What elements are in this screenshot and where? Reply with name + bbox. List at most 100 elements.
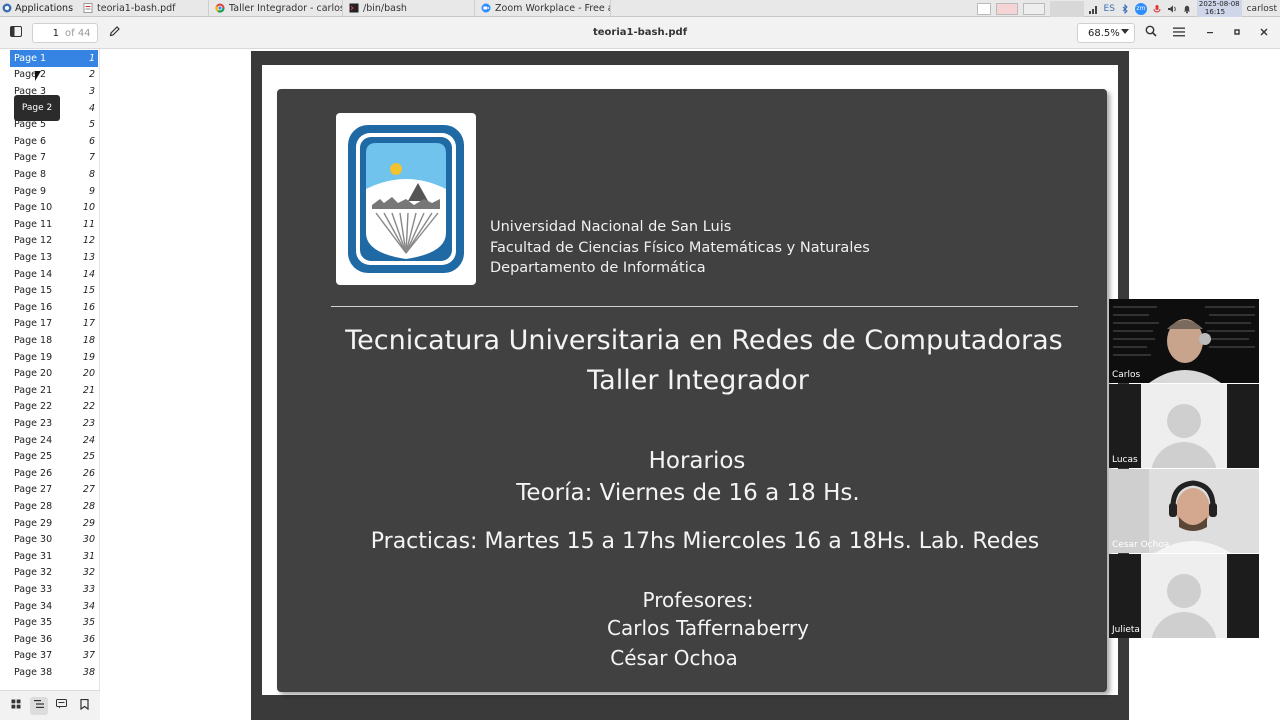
outline-item-page-number: 12 [82,235,95,247]
taskbar-tab-zoom[interactable]: Zoom Workplace - Free ac... [475,0,612,17]
minimize-icon [1205,26,1215,41]
search-icon [1145,25,1157,41]
outline-item[interactable]: Page 16 16 [10,299,98,316]
zoom-level-dropdown[interactable]: 68.5% [1077,23,1135,43]
outline-item[interactable]: Page 24 24 [10,432,98,449]
outline-item-label: Page 14 [14,268,53,280]
maximize-button[interactable] [1227,23,1247,43]
outline-item-label: Page 9 [14,185,47,197]
outline-item[interactable]: Page 17 17 [10,316,98,333]
outline-item-label: Page 20 [14,368,53,380]
outline-item-label: Page 21 [14,384,53,396]
outline-item-label: Page 2 [14,69,47,81]
outline-item-page-number: 14 [82,268,95,280]
clock[interactable]: 2025-08-08 16:15 [1196,0,1242,17]
bookmarks-button[interactable] [76,697,94,715]
outline-item[interactable]: Page 9 9 [10,183,98,200]
outline-item[interactable]: Page 25 25 [10,448,98,465]
volume-icon[interactable] [1167,4,1177,14]
outline-item[interactable]: Page 19 19 [10,349,98,366]
thumbnails-button[interactable] [7,697,25,715]
user-menu[interactable]: carlost [1247,4,1277,14]
system-taskbar: Applications teoria1-bash.pdf Taller Int… [0,0,1280,17]
outline-item[interactable]: Page 8 8 [10,166,98,183]
outline-item[interactable]: Page 1 1 [10,50,98,67]
keyboard-layout[interactable]: ES [1104,4,1115,14]
outline-item[interactable]: Page 34 34 [10,598,98,615]
outline-item-label: Page 11 [14,218,53,230]
faculty-name: Facultad de Ciencias Físico Matemáticas … [490,239,870,256]
outline-item[interactable]: Page 35 35 [10,614,98,631]
chrome-tray-icon[interactable] [976,2,991,15]
outline-item-label: Page 34 [14,600,53,612]
outline-item[interactable]: Page 11 11 [10,216,98,233]
taskbar-tab-pdf[interactable]: teoria1-bash.pdf [77,0,210,17]
outline-item-label: Page 18 [14,334,53,346]
outline-item[interactable]: Page 27 27 [10,482,98,499]
list-icon [33,699,44,712]
outline-item-page-number: 24 [82,434,95,446]
outline-item[interactable]: Page 30 30 [10,531,98,548]
taskbar-tab-chrome[interactable]: Taller Integrador - carlos.t... [209,0,344,17]
window-preview-icon[interactable] [995,2,1018,15]
notification-bell-icon[interactable] [1182,4,1192,14]
outline-item[interactable]: Page 36 36 [10,631,98,648]
outline-item[interactable]: Page 13 13 [10,249,98,266]
outline-item[interactable]: Page 33 33 [10,581,98,598]
chevron-down-icon [1121,29,1129,34]
zoom-tray-icon[interactable]: zm [1134,2,1147,15]
outline-item[interactable]: Page 2 2 [10,67,98,84]
outline-item[interactable]: Page 26 26 [10,465,98,482]
outline-item[interactable]: Page 18 18 [10,332,98,349]
outline-item[interactable]: Page 23 23 [10,415,98,432]
outline-item[interactable]: Page 21 21 [10,382,98,399]
outline-item-page-number: 27 [82,484,95,496]
outline-item[interactable]: Page 10 10 [10,199,98,216]
outline-item[interactable]: Page 14 14 [10,266,98,283]
system-tray: ES zm 2025-08-08 16:15 carlost [976,0,1280,17]
outline-item-label: Page 24 [14,434,53,446]
outline-item[interactable]: Page 22 22 [10,399,98,416]
avatar [1141,384,1227,468]
close-button[interactable] [1254,23,1274,43]
outline-item[interactable]: Page 32 32 [10,565,98,582]
outline-item-label: Page 23 [14,417,53,429]
avatar-placeholder-icon [1167,574,1201,608]
minimize-button[interactable] [1200,23,1220,43]
outline-item[interactable]: Page 37 37 [10,648,98,665]
microphone-icon[interactable] [1152,4,1162,14]
main-menu-button[interactable] [1169,23,1189,43]
outline-item[interactable]: Page 29 29 [10,515,98,532]
outline-item-label: Page 35 [14,617,53,629]
outline-item-page-number: 3 [88,85,95,97]
document-view[interactable]: Universidad Nacional de San Luis Faculta… [100,49,1280,720]
taskbar-tab-terminal[interactable]: /bin/bash [343,0,476,17]
schedule-heading: Horarios [648,448,746,474]
participant-tile[interactable]: Carlos [1109,299,1259,383]
window-preview-icon[interactable] [1022,2,1045,15]
outline-item[interactable]: Page 20 20 [10,365,98,382]
search-button[interactable] [1141,23,1161,43]
outline-item-page-number: 22 [82,401,95,413]
outline-item[interactable]: Page 6 6 [10,133,98,150]
participant-tile[interactable]: Lucas [1109,384,1259,468]
outline-item-page-number: 20 [82,368,95,380]
participant-tile[interactable]: Julieta [1109,554,1259,638]
annotations-button[interactable] [53,697,71,715]
outline-item[interactable]: Page 15 15 [10,282,98,299]
outline-item[interactable]: Page 38 38 [10,664,98,681]
outline-item[interactable]: Page 12 12 [10,233,98,250]
professor-2: César Ochoa [610,646,738,670]
outline-button[interactable] [29,696,48,715]
outline-item[interactable]: Page 28 28 [10,498,98,515]
outline-item[interactable]: Page 31 31 [10,548,98,565]
workspace-switcher[interactable] [1049,0,1084,17]
signal-icon[interactable] [1088,4,1099,14]
outline-item-label: Page 7 [14,152,47,164]
bluetooth-icon[interactable] [1120,3,1130,14]
applications-menu[interactable]: Applications [0,0,77,17]
outline-item-page-number: 7 [88,152,95,164]
slide-title-line1: Tecnicatura Universitaria en Redes de Co… [345,325,1063,356]
participant-tile[interactable]: Cesar Ochoa [1109,469,1259,553]
outline-item[interactable]: Page 7 7 [10,150,98,167]
